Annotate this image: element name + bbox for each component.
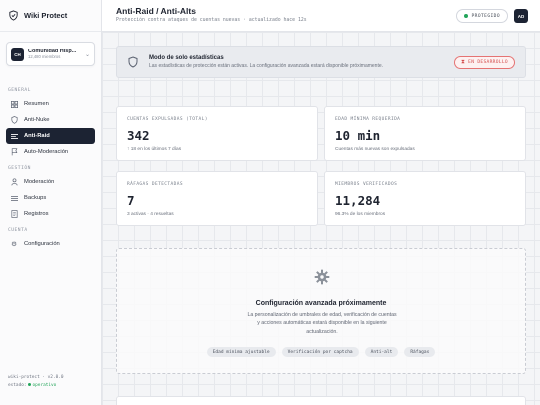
status-badge: PROTEGIDO — [455, 9, 508, 23]
dev-badge-label: EN DESARROLLO — [468, 60, 508, 65]
shield-icon — [10, 116, 18, 124]
coming-soon-panel: Configuración avanzada próximamente La p… — [116, 248, 526, 374]
stat-hint: ↑ 18 en los últimos 7 días — [127, 147, 182, 152]
shield-icon — [128, 56, 138, 68]
grid-icon — [10, 100, 18, 108]
status-value: operativo — [32, 382, 57, 388]
stat-card-bursts: RÁFAGAS DETECTADAS 7 3 activas · 4 resue… — [116, 171, 318, 226]
main-content: Anti-Raid / Anti-Alts Protección contra … — [102, 0, 540, 405]
sidebar-item-anti-nuke[interactable]: Anti-Nuke — [6, 112, 95, 128]
sidebar-item-registros[interactable]: Registros — [6, 206, 95, 222]
section-label-cuenta: CUENTA — [8, 228, 28, 233]
sidebar-item-label: Configuración — [24, 241, 60, 247]
gear-icon — [314, 269, 330, 285]
sidebar-item-label: Anti-Nuke — [24, 117, 50, 123]
feature-chip: Ráfagas — [404, 347, 436, 357]
status-label: estado: — [8, 382, 27, 388]
stat-hint: 96.3% de los miembros — [335, 212, 386, 217]
stat-hint: Cuentas más nuevas son expulsadas — [335, 147, 415, 152]
coming-soon-title: Configuración avanzada próximamente — [255, 300, 387, 307]
chevron-down-icon: ⌄ — [84, 51, 90, 58]
stat-label: RÁFAGAS DETECTADAS — [127, 182, 183, 187]
sidebar-item-label: Moderación — [24, 179, 55, 185]
stat-value: 11,284 — [335, 193, 381, 208]
section-label-general: GENERAL — [8, 88, 31, 93]
flag-icon — [10, 148, 18, 156]
stat-label: MIEMBROS VERIFICADOS — [335, 182, 398, 187]
stat-value: 7 — [127, 193, 135, 208]
stack-icon — [10, 194, 18, 202]
sidebar-item-resumen[interactable]: Resumen — [6, 96, 95, 112]
feature-chip: Verificación por captcha — [281, 347, 359, 357]
version-text: wiki-protect · v2.0.0 — [8, 375, 64, 381]
status-dot-icon — [27, 382, 31, 386]
feature-chips: Edad mínima ajustable Verificación por c… — [117, 347, 525, 357]
sidebar-item-label: Registros — [24, 211, 49, 217]
feature-chip: Edad mínima ajustable — [206, 347, 276, 357]
app-name: Wiki Protect — [24, 11, 68, 20]
sidebar: Wiki Protect CH Comunidad Hisp... 12,480… — [0, 0, 102, 405]
sidebar-item-label: Anti-Raid — [24, 133, 50, 139]
hourglass-icon: ⧗ — [460, 59, 466, 65]
sidebar-item-auto-moderacion[interactable]: Auto-Moderación — [6, 144, 95, 160]
stat-card-verified: MIEMBROS VERIFICADOS 11,284 96.3% de los… — [324, 171, 526, 226]
sidebar-item-label: Auto-Moderación — [24, 149, 69, 155]
gear-icon: ⚙ — [11, 241, 17, 248]
stat-label: EDAD MÍNIMA REQUERIDA — [335, 117, 401, 122]
server-avatar: CH — [11, 47, 24, 61]
stat-card-min-age: EDAD MÍNIMA REQUERIDA 10 min Cuentas más… — [324, 106, 526, 161]
user-avatar[interactable]: AD — [514, 9, 528, 23]
sidebar-footer: wiki-protect · v2.0.0 estado: operativo — [8, 374, 64, 389]
notice-banner: Modo de solo estadísticas Las estadístic… — [116, 46, 526, 78]
status-dot-icon — [463, 14, 468, 18]
status-line: estado: operativo — [8, 382, 64, 389]
page-subtitle: Protección contra ataques de cuentas nue… — [116, 18, 307, 23]
bottom-card — [116, 396, 526, 405]
section-label-gestion: GESTIÓN — [8, 166, 31, 171]
stat-label: CUENTAS EXPULSADAS (TOTAL) — [127, 117, 208, 122]
server-selector[interactable]: CH Comunidad Hisp... 12,480 miembros ⌄ — [6, 42, 95, 66]
user-icon — [10, 178, 18, 186]
sidebar-item-configuracion[interactable]: ⚙ Configuración — [6, 236, 95, 252]
stat-card-kicked: CUENTAS EXPULSADAS (TOTAL) 342 ↑ 18 en l… — [116, 106, 318, 161]
stat-value: 10 min — [335, 128, 381, 143]
list-icon — [10, 132, 18, 140]
shield-logo-icon — [9, 10, 18, 21]
stat-value: 342 — [127, 128, 150, 143]
server-member-count: 12,480 miembros — [28, 53, 61, 59]
feature-chip: Anti-alt — [364, 347, 399, 357]
notice-text: Las estadísticas de protección están act… — [149, 63, 384, 69]
sidebar-item-anti-raid[interactable]: Anti-Raid — [6, 128, 95, 144]
page-header: Anti-Raid / Anti-Alts Protección contra … — [102, 0, 540, 32]
sidebar-item-backups[interactable]: Backups — [6, 190, 95, 206]
sidebar-item-label: Backups — [24, 195, 47, 201]
notice-title: Modo de solo estadísticas — [149, 55, 224, 61]
dev-badge: ⧗ EN DESARROLLO — [453, 56, 515, 69]
stat-hint: 3 activas · 4 resueltas — [127, 212, 174, 217]
brand[interactable]: Wiki Protect — [0, 0, 101, 32]
status-badge-label: PROTEGIDO — [471, 13, 500, 19]
coming-soon-text: La personalización de umbrales de edad, … — [247, 312, 397, 335]
sidebar-item-label: Resumen — [24, 101, 49, 107]
sidebar-item-moderacion[interactable]: Moderación — [6, 174, 95, 190]
file-icon — [10, 210, 18, 218]
page-title: Anti-Raid / Anti-Alts — [116, 6, 196, 16]
